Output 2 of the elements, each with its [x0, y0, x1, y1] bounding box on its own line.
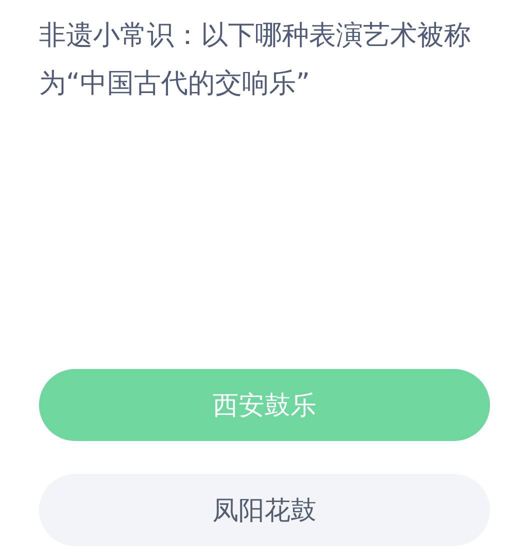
question-text: 非遗小常识：以下哪种表演艺术被称为“中国古代的交响乐”: [39, 19, 472, 101]
answer-option[interactable]: 凤阳花鼓: [39, 474, 490, 546]
